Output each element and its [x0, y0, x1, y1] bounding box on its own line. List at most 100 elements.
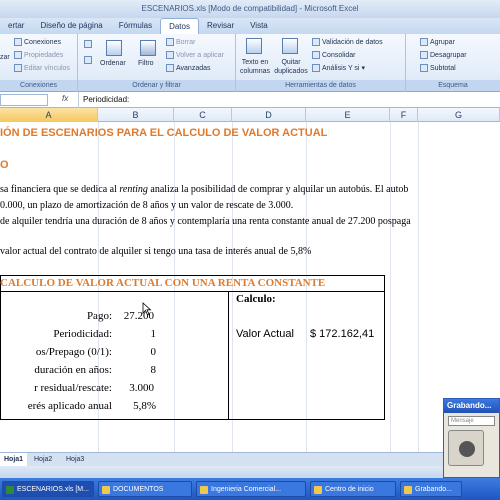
recorder-title: Grabando...	[444, 399, 499, 413]
consolidate-button[interactable]: Consolidar	[312, 51, 355, 59]
advanced-filter-icon	[166, 64, 174, 72]
calc-box-divider	[0, 291, 385, 292]
tab-diseno-pagina[interactable]: Diseño de página	[32, 18, 110, 34]
group-data-tools: Texto en columnas Quitar duplicados Vali…	[236, 34, 406, 92]
record-button[interactable]	[448, 430, 484, 466]
sheet-tab-hoja3[interactable]: Hoja3	[62, 453, 88, 466]
group-icon	[420, 38, 428, 46]
reapply-button[interactable]: Volver a aplicar	[166, 51, 224, 59]
filter-button[interactable]: Filtro	[138, 60, 154, 67]
advanced-filter-label: Avanzadas	[176, 64, 211, 72]
data-validation-label: Validación de datos	[322, 38, 383, 46]
input-value-duracion[interactable]: 8	[151, 364, 157, 376]
mouse-cursor-icon	[142, 302, 152, 316]
ribbon: zar Conexiones Propiedades Editar víncul…	[0, 34, 500, 92]
column-header-g[interactable]: G	[418, 108, 500, 122]
recorder-widget: Grabando... Mensaje	[443, 398, 500, 478]
recorder-dropdown[interactable]: Mensaje	[448, 416, 495, 426]
column-header-f[interactable]: F	[390, 108, 418, 122]
result-value[interactable]: $ 172.162,41	[310, 328, 374, 340]
consolidate-label: Consolidar	[322, 51, 356, 59]
refresh-button[interactable]: zar	[0, 54, 10, 61]
sort-desc-button[interactable]	[84, 56, 92, 64]
tab-vista[interactable]: Vista	[242, 18, 276, 34]
taskbar-button-excel[interactable]: ESCENARIOS.xls [M...	[2, 481, 94, 497]
paragraph-1: sa financiera que se dedica al renting a…	[0, 184, 408, 195]
paragraph-1-end: analiza la posibilidad de comprar y alqu…	[147, 184, 409, 195]
data-validation-button[interactable]: Validación de datos	[312, 38, 383, 46]
filter-icon	[140, 40, 156, 56]
fx-icon[interactable]: fx	[62, 94, 68, 103]
calc-box-separator	[228, 291, 229, 420]
tab-insertar[interactable]: ertar	[0, 18, 32, 34]
input-value-interes[interactable]: 5,8%	[133, 400, 156, 412]
advanced-filter-button[interactable]: Avanzadas	[166, 64, 211, 72]
column-header-c[interactable]: C	[174, 108, 232, 122]
input-value-rescate[interactable]: 3.000	[129, 382, 154, 394]
edit-links-icon	[14, 64, 22, 72]
properties-button[interactable]: Propiedades	[14, 51, 63, 59]
calc-label: Calculo:	[236, 293, 276, 305]
input-label-pago: Pago:	[86, 310, 112, 322]
taskbar-button-documentos[interactable]: DOCUMENTOS	[98, 481, 192, 497]
sort-icon	[106, 40, 122, 56]
tab-revisar[interactable]: Revisar	[199, 18, 242, 34]
taskbar-button-grabando[interactable]: Grabando...	[400, 481, 462, 497]
filter-label: Filtro	[138, 60, 154, 67]
name-box[interactable]	[0, 94, 48, 106]
grid-line	[390, 122, 391, 452]
connections-icon	[14, 38, 22, 46]
subtotal-button[interactable]: Subtotal	[420, 64, 456, 72]
connections-button[interactable]: Conexiones	[14, 38, 61, 46]
input-value-prepago[interactable]: 0	[151, 346, 157, 358]
input-label-interes: erés aplicado anual	[27, 400, 112, 412]
properties-label: Propiedades	[24, 51, 64, 59]
input-label-prepago: os/Prepago (0/1):	[35, 346, 112, 358]
remove-duplicates-button[interactable]: Quitar duplicados	[274, 58, 308, 76]
formula-input[interactable]: Periodicidad:	[78, 92, 498, 108]
group-button[interactable]: Agrupar	[420, 38, 455, 46]
reapply-label: Volver a aplicar	[176, 51, 224, 59]
what-if-label: Análisis Y si	[322, 64, 360, 72]
chevron-down-icon: ▾	[361, 65, 365, 72]
sort-button[interactable]: Ordenar	[100, 60, 126, 67]
sheet-tab-hoja2[interactable]: Hoja2	[30, 453, 56, 466]
input-label-rescate: r residual/rescate:	[34, 382, 112, 394]
paragraph-1-start: sa financiera que se dedica al	[0, 184, 120, 195]
subtotal-icon	[420, 64, 428, 72]
ungroup-label: Desagrupar	[430, 51, 467, 59]
taskbar-button-centro-inicio[interactable]: Centro de inicio	[310, 481, 396, 497]
group-label-sort-filter: Ordenar y filtrar	[78, 80, 235, 91]
sheet-tab-hoja1[interactable]: Hoja1	[0, 453, 28, 466]
input-value-periodicidad[interactable]: 1	[151, 328, 157, 340]
tab-formulas[interactable]: Fórmulas	[111, 18, 160, 34]
ungroup-button[interactable]: Desagrupar	[420, 51, 467, 59]
column-header-a[interactable]: A	[0, 108, 98, 122]
window-title: ESCENARIOS.xls [Modo de compatibilidad] …	[0, 0, 500, 18]
text-to-columns-button[interactable]: Texto en columnas	[238, 58, 272, 76]
taskbar-button-ingenieria[interactable]: Ingenieria Comercial...	[196, 481, 306, 497]
column-header-b[interactable]: B	[98, 108, 174, 122]
formula-bar: fx Periodicidad:	[0, 92, 500, 108]
remove-duplicates-icon	[282, 38, 298, 54]
group-conexiones: zar Conexiones Propiedades Editar víncul…	[0, 34, 78, 92]
data-validation-icon	[312, 38, 320, 46]
edit-links-button[interactable]: Editar vínculos	[14, 64, 70, 72]
clear-filter-button[interactable]: Borrar	[166, 38, 195, 46]
group-sort-filter: Ordenar Filtro Borrar Volver a aplicar A…	[78, 34, 236, 92]
status-bar	[0, 466, 500, 478]
calc-box-title: CALCULO DE VALOR ACTUAL CON UNA RENTA CO…	[0, 277, 326, 289]
group-label-conexiones: Conexiones	[0, 80, 77, 91]
what-if-button[interactable]: Análisis Y si ▾	[312, 64, 365, 72]
input-label-duracion: duración en años:	[34, 364, 112, 376]
refresh-label: zar	[0, 54, 10, 61]
worksheet-grid[interactable]: IÓN DE ESCENARIOS PARA EL CALCULO DE VAL…	[0, 122, 500, 452]
tab-datos[interactable]: Datos	[160, 18, 199, 34]
edit-links-label: Editar vínculos	[24, 64, 70, 72]
reapply-icon	[166, 51, 174, 59]
column-header-e[interactable]: E	[306, 108, 390, 122]
consolidate-icon	[312, 51, 320, 59]
sheet-tab-bar: Hoja1 Hoja2 Hoja3	[0, 452, 500, 466]
sort-asc-button[interactable]	[84, 40, 92, 48]
column-header-d[interactable]: D	[232, 108, 306, 122]
